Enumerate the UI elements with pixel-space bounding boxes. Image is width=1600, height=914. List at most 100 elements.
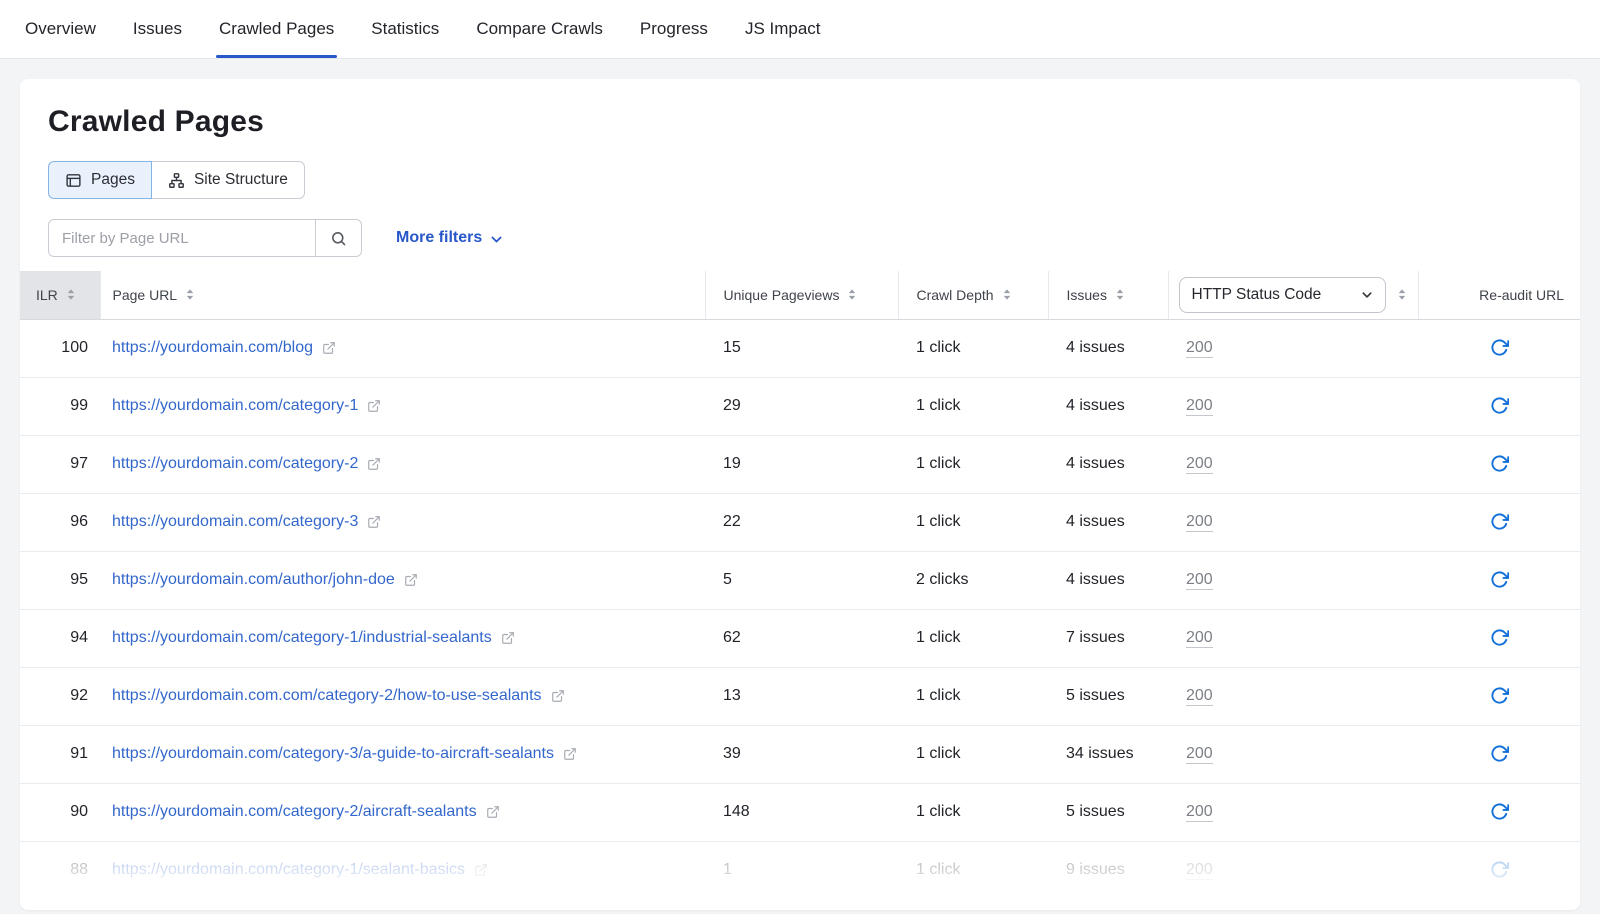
nav-tab-issues[interactable]: Issues — [133, 0, 182, 58]
issues-value: 4 issues — [1066, 339, 1125, 356]
re-audit-button[interactable] — [1486, 334, 1513, 361]
sort-icon-unique-pageviews[interactable] — [846, 288, 858, 301]
col-header-crawl-depth[interactable]: Crawl Depth — [898, 271, 1048, 319]
external-link-icon[interactable] — [474, 863, 488, 877]
ilr-value: 100 — [61, 339, 88, 356]
site-structure-view-button[interactable]: Site Structure — [152, 161, 305, 199]
status-code-link[interactable]: 200 — [1186, 339, 1213, 358]
page-url-link[interactable]: https://yourdomain.com.com/category-2/ho… — [112, 687, 542, 705]
nav-tab-compare-crawls[interactable]: Compare Crawls — [476, 0, 603, 58]
page-url-cell: https://yourdomain.com/category-1 — [100, 377, 705, 435]
crawl-depth-cell: 2 clicks — [898, 551, 1048, 609]
status-code-link[interactable]: 200 — [1186, 745, 1213, 764]
nav-tab-crawled-pages[interactable]: Crawled Pages — [219, 0, 334, 58]
external-link-icon[interactable] — [486, 805, 500, 819]
page-url-link[interactable]: https://yourdomain.com/category-2/aircra… — [112, 803, 477, 821]
status-code-link[interactable]: 200 — [1186, 687, 1213, 706]
re-audit-button[interactable] — [1486, 450, 1513, 477]
external-link-icon[interactable] — [563, 747, 577, 761]
external-link-icon[interactable] — [404, 573, 418, 587]
unique-pageviews-value: 62 — [723, 629, 741, 646]
page-url-cell: https://yourdomain.com/category-1/sealan… — [100, 841, 705, 899]
table-row: 88 https://yourdomain.com/category-1/sea… — [20, 841, 1580, 899]
nav-tab-statistics[interactable]: Statistics — [371, 0, 439, 58]
re-audit-button[interactable] — [1486, 566, 1513, 593]
re-audit-button[interactable] — [1486, 508, 1513, 535]
sort-icon-ilr[interactable] — [65, 288, 77, 301]
ilr-cell: 91 — [20, 725, 100, 783]
col-header-unique-pageviews[interactable]: Unique Pageviews — [705, 271, 898, 319]
crawl-depth-cell: 1 click — [898, 725, 1048, 783]
ilr-cell: 99 — [20, 377, 100, 435]
sort-icon-http-status[interactable] — [1396, 288, 1408, 301]
page-url-cell: https://yourdomain.com/category-2 — [100, 435, 705, 493]
table-header: ILR Page URL Unique Pageviews — [20, 271, 1580, 319]
external-link-icon[interactable] — [367, 515, 381, 529]
page-url-filter-input[interactable] — [48, 219, 316, 257]
issues-value: 5 issues — [1066, 687, 1125, 704]
page-url-link[interactable]: https://yourdomain.com/category-1/sealan… — [112, 861, 465, 879]
top-nav: Overview Issues Crawled Pages Statistics… — [0, 0, 1600, 59]
page-url-link[interactable]: https://yourdomain.com/author/john-doe — [112, 571, 395, 589]
crawl-depth-cell: 1 click — [898, 783, 1048, 841]
sort-icon-crawl-depth[interactable] — [1001, 288, 1013, 301]
re-audit-button[interactable] — [1486, 798, 1513, 825]
external-link-icon[interactable] — [501, 631, 515, 645]
col-header-http-status-code: HTTP Status Code — [1168, 271, 1418, 319]
status-code-link[interactable]: 200 — [1186, 513, 1213, 532]
page-title: Crawled Pages — [48, 105, 1552, 139]
page-url-link[interactable]: https://yourdomain.com/category-1 — [112, 397, 358, 415]
http-status-code-dropdown-label: HTTP Status Code — [1192, 286, 1322, 304]
unique-pageviews-value: 5 — [723, 571, 732, 588]
col-header-issues[interactable]: Issues — [1048, 271, 1168, 319]
re-audit-button[interactable] — [1486, 856, 1513, 883]
page-url-link[interactable]: https://yourdomain.com/category-1/indust… — [112, 629, 492, 647]
re-audit-button[interactable] — [1486, 740, 1513, 767]
unique-pageviews-cell: 39 — [705, 725, 898, 783]
external-link-icon[interactable] — [367, 399, 381, 413]
sort-icon-issues[interactable] — [1114, 288, 1126, 301]
search-button[interactable] — [316, 219, 362, 257]
unique-pageviews-value: 39 — [723, 745, 741, 762]
nav-tab-overview[interactable]: Overview — [25, 0, 96, 58]
nav-tab-js-impact[interactable]: JS Impact — [745, 0, 821, 58]
status-code-link[interactable]: 200 — [1186, 397, 1213, 416]
col-header-ilr[interactable]: ILR — [20, 271, 100, 319]
sort-icon-page-url[interactable] — [184, 288, 196, 301]
external-link-icon[interactable] — [322, 341, 336, 355]
http-status-code-dropdown[interactable]: HTTP Status Code — [1179, 277, 1386, 313]
re-audit-button[interactable] — [1486, 624, 1513, 651]
status-code-link[interactable]: 200 — [1186, 861, 1213, 880]
external-link-icon[interactable] — [367, 457, 381, 471]
page-url-link[interactable]: https://yourdomain.com/category-3 — [112, 513, 358, 531]
status-code-cell: 200 — [1168, 667, 1418, 725]
status-code-link[interactable]: 200 — [1186, 455, 1213, 474]
crawl-depth-value: 1 click — [916, 339, 960, 356]
col-label-crawl-depth: Crawl Depth — [917, 287, 994, 303]
ilr-value: 95 — [70, 571, 88, 588]
more-filters-label: More filters — [396, 229, 482, 247]
re-audit-button[interactable] — [1486, 392, 1513, 419]
status-code-link[interactable]: 200 — [1186, 629, 1213, 648]
re-audit-button[interactable] — [1486, 682, 1513, 709]
crawl-depth-value: 1 click — [916, 861, 960, 878]
nav-tab-progress[interactable]: Progress — [640, 0, 708, 58]
page-url-link[interactable]: https://yourdomain.com/category-3/a-guid… — [112, 745, 554, 763]
pages-view-button[interactable]: Pages — [48, 161, 152, 199]
more-filters-button[interactable]: More filters — [396, 229, 503, 247]
unique-pageviews-value: 15 — [723, 339, 741, 356]
status-code-link[interactable]: 200 — [1186, 803, 1213, 822]
crawl-depth-cell: 1 click — [898, 377, 1048, 435]
issues-value: 9 issues — [1066, 861, 1125, 878]
unique-pageviews-value: 19 — [723, 455, 741, 472]
issues-value: 4 issues — [1066, 571, 1125, 588]
external-link-icon[interactable] — [551, 689, 565, 703]
page-url-link[interactable]: https://yourdomain.com/blog — [112, 339, 313, 357]
unique-pageviews-cell: 62 — [705, 609, 898, 667]
ilr-cell: 90 — [20, 783, 100, 841]
refresh-icon — [1490, 744, 1509, 763]
status-code-cell: 200 — [1168, 725, 1418, 783]
status-code-link[interactable]: 200 — [1186, 571, 1213, 590]
col-header-page-url[interactable]: Page URL — [100, 271, 705, 319]
page-url-link[interactable]: https://yourdomain.com/category-2 — [112, 455, 358, 473]
